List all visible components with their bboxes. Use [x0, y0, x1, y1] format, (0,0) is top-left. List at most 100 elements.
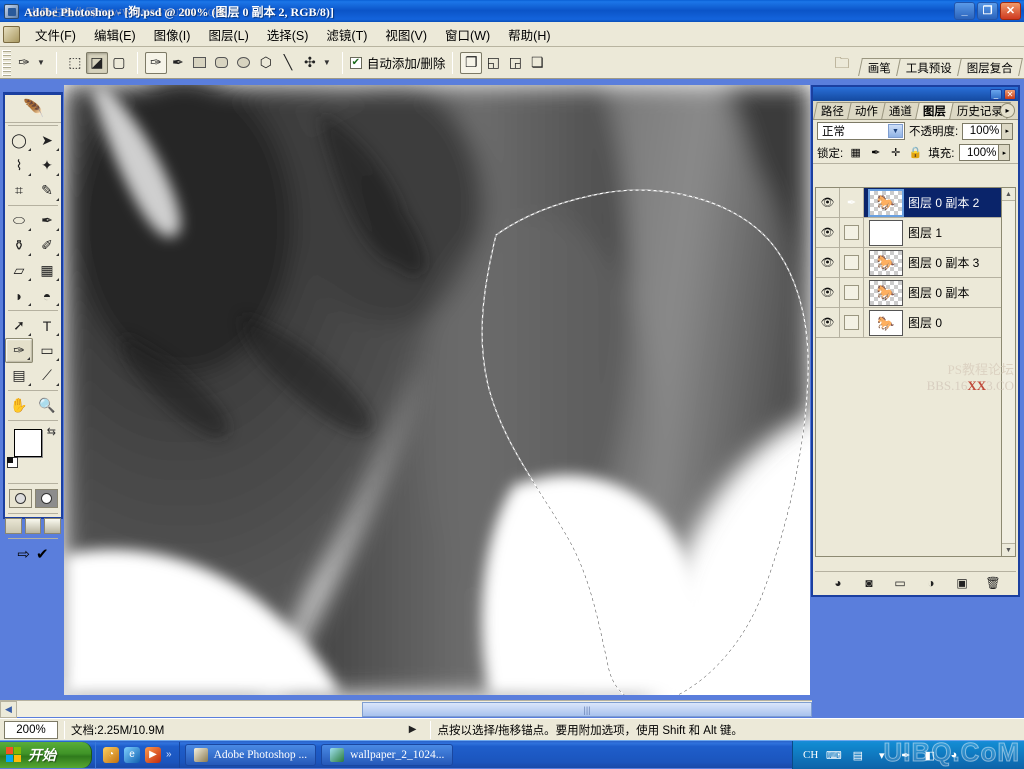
toolbox-header[interactable]: 🪶: [5, 95, 61, 123]
tab-channels[interactable]: 通道: [881, 102, 920, 119]
fill-pixels-icon[interactable]: ▢: [108, 52, 130, 74]
media-player-icon[interactable]: ▶: [145, 746, 161, 763]
pen-tool-icon[interactable]: ✑: [13, 52, 35, 74]
add-to-area-icon[interactable]: ❐: [460, 51, 483, 74]
new-group-button[interactable]: ▭: [892, 575, 909, 591]
menu-edit[interactable]: 编辑(E): [85, 22, 145, 47]
layer-name[interactable]: 图层 0: [908, 314, 942, 331]
layer-visibility-icon[interactable]: 👁: [816, 278, 840, 307]
magic-wand-tool[interactable]: ✦: [33, 153, 61, 178]
taskbar-button-photoshop[interactable]: Adobe Photoshop ...: [184, 743, 317, 766]
path-selection-tool[interactable]: ➚: [5, 313, 33, 338]
layer-link-icon[interactable]: [840, 308, 864, 337]
adjustment-layer-button[interactable]: ◑: [923, 575, 940, 591]
standard-screen-icon[interactable]: [5, 518, 22, 534]
layer-visibility-icon[interactable]: 👁: [816, 188, 840, 217]
layer-thumbnail[interactable]: 🐎: [868, 188, 904, 217]
eyedropper-tool[interactable]: ⟋: [33, 363, 61, 388]
file-browser-icon[interactable]: 🗀: [830, 54, 854, 76]
blur-tool[interactable]: ◗: [5, 283, 33, 308]
layers-list[interactable]: 👁 ✒ 🐎 图层 0 副本 2 👁 图层 1 👁 🐎 图层 0 副本 3 👁 🐎…: [815, 187, 1005, 557]
pen-shape-icon[interactable]: ✑: [144, 51, 167, 74]
menu-select[interactable]: 选择(S): [258, 22, 318, 47]
subtract-area-icon[interactable]: ◱: [482, 52, 504, 74]
move-tool[interactable]: ➤: [33, 128, 61, 153]
menu-window[interactable]: 窗口(W): [436, 22, 499, 47]
chevron-down-icon[interactable]: ▼: [888, 124, 903, 138]
menu-file[interactable]: 文件(F): [26, 22, 85, 47]
fill-spinner-icon[interactable]: ▸: [999, 144, 1011, 161]
blend-mode-select[interactable]: 正常 ▼: [817, 122, 905, 140]
menu-layer[interactable]: 图层(L): [199, 22, 257, 47]
fill-input[interactable]: 100%: [959, 144, 1000, 161]
scroll-down-arrow-icon[interactable]: ▼: [1002, 543, 1015, 556]
palette-title-bar[interactable]: _ ✕: [813, 87, 1018, 101]
custom-shape-icon[interactable]: ✣: [299, 52, 321, 74]
lasso-tool[interactable]: ⌇: [5, 153, 33, 178]
jump-to-imageready-icon[interactable]: ⇨: [17, 545, 30, 563]
marquee-elliptical-tool[interactable]: ◯: [5, 128, 33, 153]
auto-add-delete-checkbox[interactable]: ✔: [349, 56, 362, 69]
type-tool[interactable]: T: [33, 313, 61, 338]
edit-in-imageready-icon[interactable]: ✔: [36, 545, 49, 563]
layer-name[interactable]: 图层 1: [908, 224, 942, 241]
menu-filter[interactable]: 滤镜(T): [317, 22, 376, 47]
tab-paths[interactable]: 路径: [813, 102, 852, 119]
fullscreen-menubar-icon[interactable]: [24, 518, 42, 534]
palette-menu-icon[interactable]: ▸: [1000, 103, 1015, 118]
chevron-down-icon[interactable]: ▾: [873, 748, 890, 763]
palette-close-button[interactable]: ✕: [1004, 88, 1016, 100]
document-canvas[interactable]: [64, 85, 810, 695]
geometry-options-chevron-down-icon[interactable]: ▼: [323, 58, 331, 67]
rounded-rect-icon[interactable]: [211, 52, 233, 74]
slice-tool[interactable]: ✎: [33, 178, 61, 203]
layer-row-1[interactable]: 👁 图层 1: [816, 218, 1005, 248]
tray-sound-icon[interactable]: ◕: [945, 748, 962, 763]
opacity-spinner-icon[interactable]: ▸: [1002, 122, 1014, 140]
layer-name[interactable]: 图层 0 副本 2: [908, 194, 979, 211]
menu-image[interactable]: 图像(I): [145, 22, 200, 47]
zoom-level-field[interactable]: 200%: [4, 720, 58, 739]
restore-button[interactable]: ❐: [977, 2, 998, 20]
tab-actions[interactable]: 动作: [847, 102, 886, 119]
palette-tab-brushes[interactable]: 画笔: [858, 58, 901, 76]
scrollbar-thumb[interactable]: |||: [362, 702, 812, 717]
layer-visibility-icon[interactable]: 👁: [816, 218, 840, 247]
scroll-left-arrow-icon[interactable]: ◀: [0, 701, 17, 718]
layer-link-icon[interactable]: [840, 218, 864, 247]
layer-thumbnail[interactable]: 🐎: [869, 279, 903, 306]
layer-mask-button[interactable]: ◙: [861, 575, 878, 591]
healing-brush-tool[interactable]: ⬭: [5, 208, 33, 233]
gradient-tool[interactable]: ▦: [33, 258, 61, 283]
lock-image-icon[interactable]: ✒: [868, 145, 883, 160]
polygon-icon[interactable]: ⬡: [255, 52, 277, 74]
quickmask-mode-icon[interactable]: [34, 489, 58, 508]
layer-style-button[interactable]: ◕: [830, 575, 847, 591]
foreground-color-swatch[interactable]: [14, 429, 42, 457]
line-icon[interactable]: ╲: [277, 52, 299, 74]
paths-icon[interactable]: ◪: [85, 51, 108, 74]
layer-visibility-icon[interactable]: 👁: [816, 308, 840, 337]
opacity-input[interactable]: 100%: [962, 122, 1003, 140]
lock-position-icon[interactable]: ✛: [888, 145, 903, 160]
layer-visibility-icon[interactable]: 👁: [816, 248, 840, 277]
dodge-tool[interactable]: ◓: [33, 283, 61, 308]
swap-colors-icon[interactable]: ⇆: [47, 425, 56, 438]
history-brush-tool[interactable]: ✐: [33, 233, 61, 258]
layer-thumbnail[interactable]: 🐎: [869, 249, 903, 276]
internet-explorer-icon[interactable]: e: [124, 746, 140, 763]
layer-row-3[interactable]: 👁 🐎 图层 0 副本: [816, 278, 1005, 308]
zoom-tool[interactable]: 🔍: [33, 393, 61, 418]
quicklaunch-more-icon[interactable]: »: [166, 749, 172, 760]
minimize-button[interactable]: _: [954, 2, 975, 20]
taskbar-button-wallpaper[interactable]: wallpaper_2_1024...: [321, 743, 454, 766]
tray-pen-icon[interactable]: ✒: [897, 748, 914, 763]
crop-tool[interactable]: ⌗: [5, 178, 33, 203]
show-desktop-icon[interactable]: ◔: [103, 746, 119, 763]
ellipse-icon[interactable]: [233, 52, 255, 74]
layer-link-icon[interactable]: ✒: [840, 188, 864, 217]
auto-add-delete-option[interactable]: ✔ 自动添加/删除: [349, 53, 445, 72]
exclude-area-icon[interactable]: ❏: [526, 52, 548, 74]
new-layer-button[interactable]: ▣: [954, 575, 971, 591]
canvas-horizontal-scrollbar[interactable]: ◀ |||: [0, 700, 812, 718]
